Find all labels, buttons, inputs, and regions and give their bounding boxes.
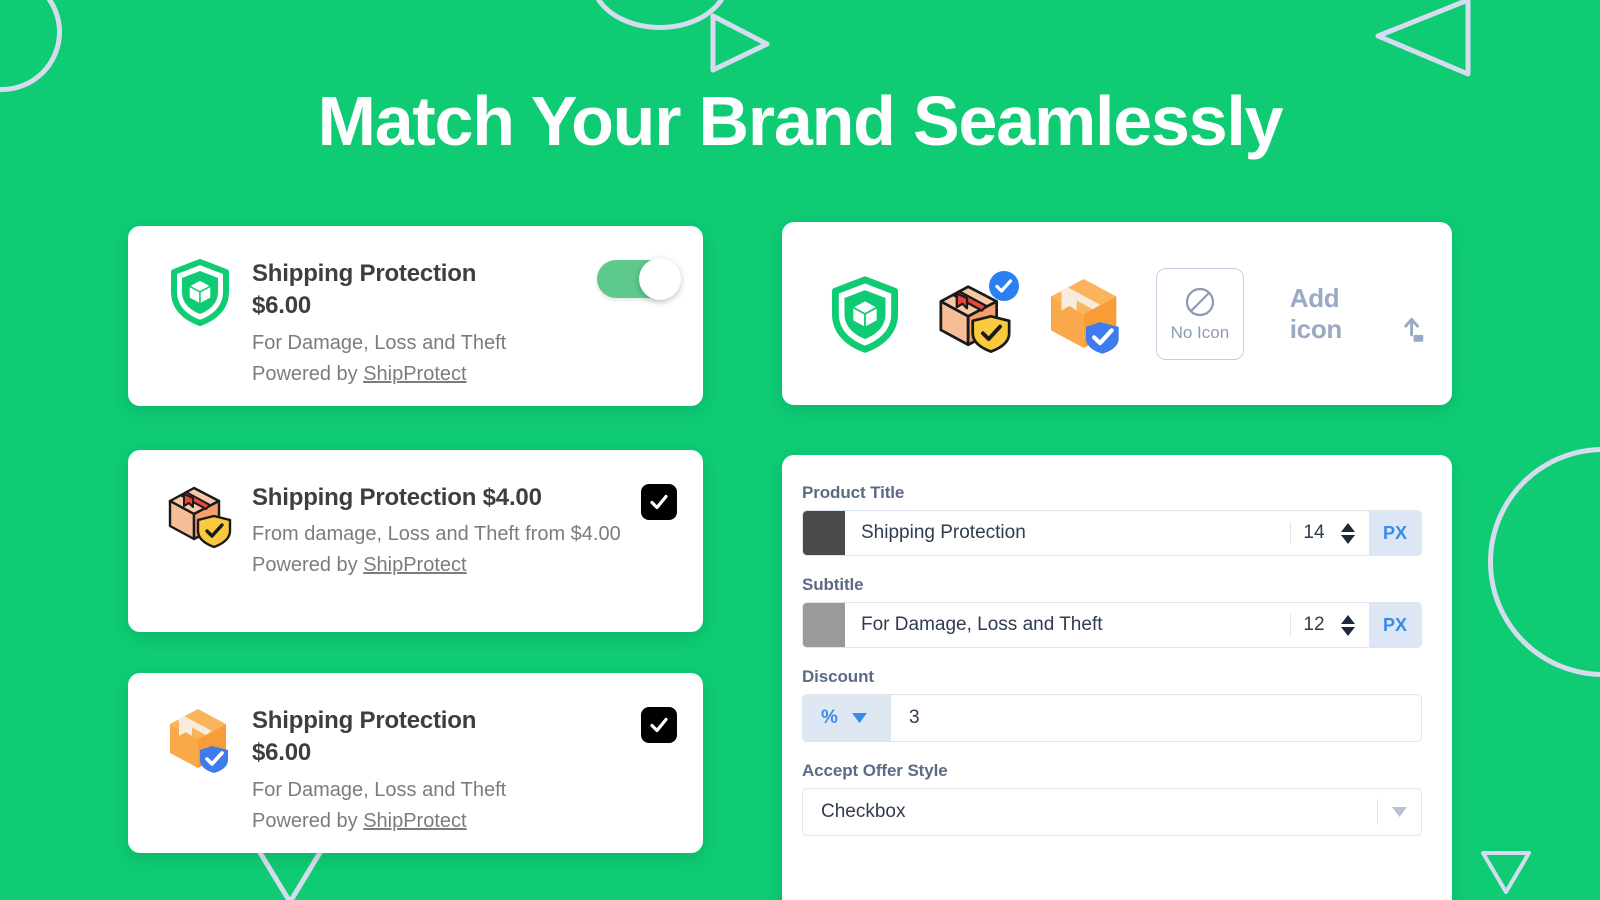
package-yellow-shield-icon [164, 480, 236, 552]
selected-check-badge-icon [989, 270, 1019, 301]
accept-offer-style-label: Accept Offer Style [802, 761, 948, 780]
decorative-circle-bottom-right [1488, 447, 1600, 677]
green-shield-cube-icon [831, 275, 899, 353]
stepper-up-icon[interactable] [1340, 522, 1355, 532]
preview-subtitle: For Damage, Loss and Theft Powered by Sh… [252, 775, 631, 837]
icon-option-package-blue-shield[interactable] [1044, 272, 1128, 356]
chevron-down-icon[interactable] [851, 713, 867, 723]
toggle-knob[interactable] [639, 258, 681, 300]
stepper-down-icon[interactable] [1340, 534, 1355, 544]
package-blue-shield-icon [1051, 278, 1119, 354]
discount-unit-select[interactable]: % [803, 695, 891, 741]
chevron-down-icon[interactable] [1392, 807, 1407, 817]
check-icon [650, 494, 668, 510]
icon-picker-panel: No Icon Add icon [782, 222, 1452, 405]
preview-powered-prefix: Powered by [252, 554, 358, 577]
preview-title: Shipping Protection $4.00 [252, 484, 542, 511]
subtitle-input[interactable]: For Damage, Loss and Theft [845, 603, 1290, 647]
stepper-down-icon[interactable] [1340, 626, 1355, 636]
field-subtitle: Subtitle For Damage, Loss and Theft 12 P… [802, 575, 1422, 648]
product-title-color-swatch[interactable] [803, 511, 845, 555]
green-shield-cube-icon [164, 256, 236, 328]
product-title-font-size[interactable]: 14 [1291, 511, 1337, 555]
no-icon-slash-icon [1185, 287, 1214, 316]
offer-checkbox[interactable] [641, 703, 677, 743]
add-icon-button[interactable]: Add icon [1290, 283, 1426, 345]
preview-title-text: Shipping Protection [252, 707, 477, 734]
divider [1377, 799, 1378, 825]
subtitle-font-size[interactable]: 12 [1291, 603, 1337, 647]
preview-subtitle: From damage, Loss and Theft from $4.00 P… [252, 519, 631, 581]
toggle-track[interactable] [597, 258, 681, 300]
no-icon-label: No Icon [1170, 322, 1230, 342]
discount-label: Discount [802, 667, 874, 686]
check-icon [650, 717, 668, 733]
preview-price-text: $6.00 [252, 739, 312, 767]
shipprotect-link[interactable]: ShipProtect [363, 363, 466, 385]
preview-powered-prefix: Powered by [252, 809, 358, 832]
icon-option-no-icon[interactable]: No Icon [1156, 267, 1244, 360]
preview-card-checkbox-a: Shipping Protection $4.00 From damage, L… [128, 450, 703, 632]
checkbox-box[interactable] [641, 707, 677, 743]
discount-unit-value: % [821, 707, 838, 728]
accept-offer-style-select[interactable]: Checkbox [802, 788, 1422, 836]
preview-powered-prefix: Powered by [252, 362, 358, 385]
add-icon-label: Add icon [1289, 282, 1343, 344]
decorative-triangle-top-left [710, 13, 770, 73]
field-product-title: Product Title Shipping Protection 14 PX [802, 483, 1422, 556]
preview-subtitle-text: For Damage, Loss and Theft [252, 778, 507, 801]
product-title-input[interactable]: Shipping Protection [845, 511, 1290, 555]
preview-title: Shipping Protection $6.00 [252, 705, 631, 770]
upload-icon [1404, 317, 1424, 342]
preview-price-text: $6.00 [252, 292, 312, 320]
preview-title: Shipping Protection $6.00 [252, 258, 587, 323]
preview-card-toggle: Shipping Protection $6.00 For Damage, Lo… [128, 226, 703, 406]
offer-toggle[interactable] [597, 256, 681, 300]
product-title-unit-badge[interactable]: PX [1368, 511, 1421, 555]
product-title-label: Product Title [802, 483, 905, 502]
preview-title-text: Shipping Protection [252, 260, 477, 287]
icon-option-green-shield[interactable] [824, 272, 906, 356]
preview-subtitle-text: From damage, Loss and Theft from $4.00 [252, 523, 621, 546]
preview-card-checkbox-b: Shipping Protection $6.00 For Damage, Lo… [128, 673, 703, 853]
decorative-triangle-bottom-right [1481, 851, 1531, 894]
package-blue-shield-icon [164, 703, 236, 775]
discount-row: % 3 [802, 694, 1422, 742]
subtitle-label: Subtitle [802, 575, 864, 594]
icon-option-package-yellow-shield[interactable] [934, 270, 1019, 356]
shipprotect-link[interactable]: ShipProtect [363, 810, 466, 832]
subtitle-color-swatch[interactable] [803, 603, 845, 647]
subtitle-row: For Damage, Loss and Theft 12 PX [802, 602, 1422, 648]
preview-subtitle: For Damage, Loss and Theft Powered by Sh… [252, 328, 587, 390]
subtitle-size-stepper[interactable] [1337, 603, 1369, 647]
checkbox-box[interactable] [641, 484, 677, 520]
decorative-circle-top-center [590, 0, 730, 30]
discount-input[interactable]: 3 [891, 695, 1421, 741]
decorative-triangle-top-right [1375, 0, 1471, 77]
offer-checkbox[interactable] [641, 480, 677, 520]
subtitle-unit-badge[interactable]: PX [1368, 603, 1421, 647]
accept-offer-style-value: Checkbox [821, 801, 906, 822]
shipprotect-link[interactable]: ShipProtect [363, 554, 466, 576]
preview-subtitle-text: For Damage, Loss and Theft [252, 331, 507, 354]
stepper-up-icon[interactable] [1340, 614, 1355, 624]
field-accept-offer-style: Accept Offer Style Checkbox [802, 761, 1422, 836]
settings-form-panel: Product Title Shipping Protection 14 PX … [782, 455, 1452, 900]
field-discount: Discount % 3 [802, 667, 1422, 742]
product-title-size-stepper[interactable] [1337, 511, 1369, 555]
page-title: Match Your Brand Seamlessly [317, 82, 1284, 160]
decorative-circle-top-left [0, 0, 62, 92]
product-title-row: Shipping Protection 14 PX [802, 510, 1422, 556]
